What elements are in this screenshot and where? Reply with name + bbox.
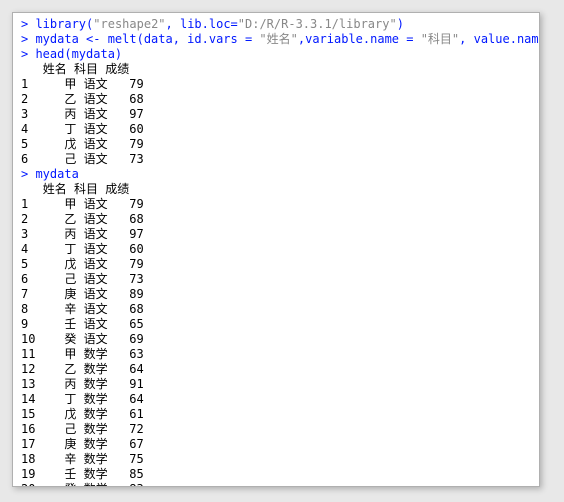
table-row: 14 丁 数学 64 (21, 392, 531, 407)
cmd-line-head: > head(mydata) (21, 47, 531, 62)
cmd-line-melt: > mydata <- melt(data, id.vars = "姓名",va… (21, 32, 531, 47)
table-row: 2 乙 语文 68 (21, 212, 531, 227)
cmd-line-library: > library("reshape2", lib.loc="D:/R/R-3.… (21, 17, 531, 32)
table-header: 姓名 科目 成绩 (21, 62, 531, 77)
table-row: 9 壬 语文 65 (21, 317, 531, 332)
prompt: > (21, 17, 35, 31)
r-console-window[interactable]: > library("reshape2", lib.loc="D:/R/R-3.… (12, 12, 540, 487)
table-row: 11 甲 数学 63 (21, 347, 531, 362)
table-row: 8 辛 语文 68 (21, 302, 531, 317)
table-row: 10 癸 语文 69 (21, 332, 531, 347)
table-row: 1 甲 语文 79 (21, 197, 531, 212)
table-row: 7 庚 语文 89 (21, 287, 531, 302)
head-output-rows: 1 甲 语文 792 乙 语文 683 丙 语文 974 丁 语文 605 戊 … (21, 77, 531, 167)
prompt: > (21, 32, 35, 46)
prompt: > (21, 167, 35, 181)
table-row: 17 庚 数学 67 (21, 437, 531, 452)
table-header: 姓名 科目 成绩 (21, 182, 531, 197)
prompt: > (21, 47, 35, 61)
table-row: 13 丙 数学 91 (21, 377, 531, 392)
table-row: 2 乙 语文 68 (21, 92, 531, 107)
table-row: 12 乙 数学 64 (21, 362, 531, 377)
table-row: 5 戊 语文 79 (21, 257, 531, 272)
table-row: 6 己 语文 73 (21, 272, 531, 287)
table-row: 5 戊 语文 79 (21, 137, 531, 152)
table-row: 4 丁 语文 60 (21, 242, 531, 257)
table-row: 20 癸 数学 83 (21, 482, 531, 487)
table-row: 16 己 数学 72 (21, 422, 531, 437)
table-row: 1 甲 语文 79 (21, 77, 531, 92)
table-row: 18 辛 数学 75 (21, 452, 531, 467)
table-row: 19 壬 数学 85 (21, 467, 531, 482)
table-row: 3 丙 语文 97 (21, 227, 531, 242)
table-row: 6 己 语文 73 (21, 152, 531, 167)
cmd-line-mydata: > mydata (21, 167, 531, 182)
full-output-rows: 1 甲 语文 792 乙 语文 683 丙 语文 974 丁 语文 605 戊 … (21, 197, 531, 487)
table-row: 15 戊 数学 61 (21, 407, 531, 422)
table-row: 3 丙 语文 97 (21, 107, 531, 122)
table-row: 4 丁 语文 60 (21, 122, 531, 137)
